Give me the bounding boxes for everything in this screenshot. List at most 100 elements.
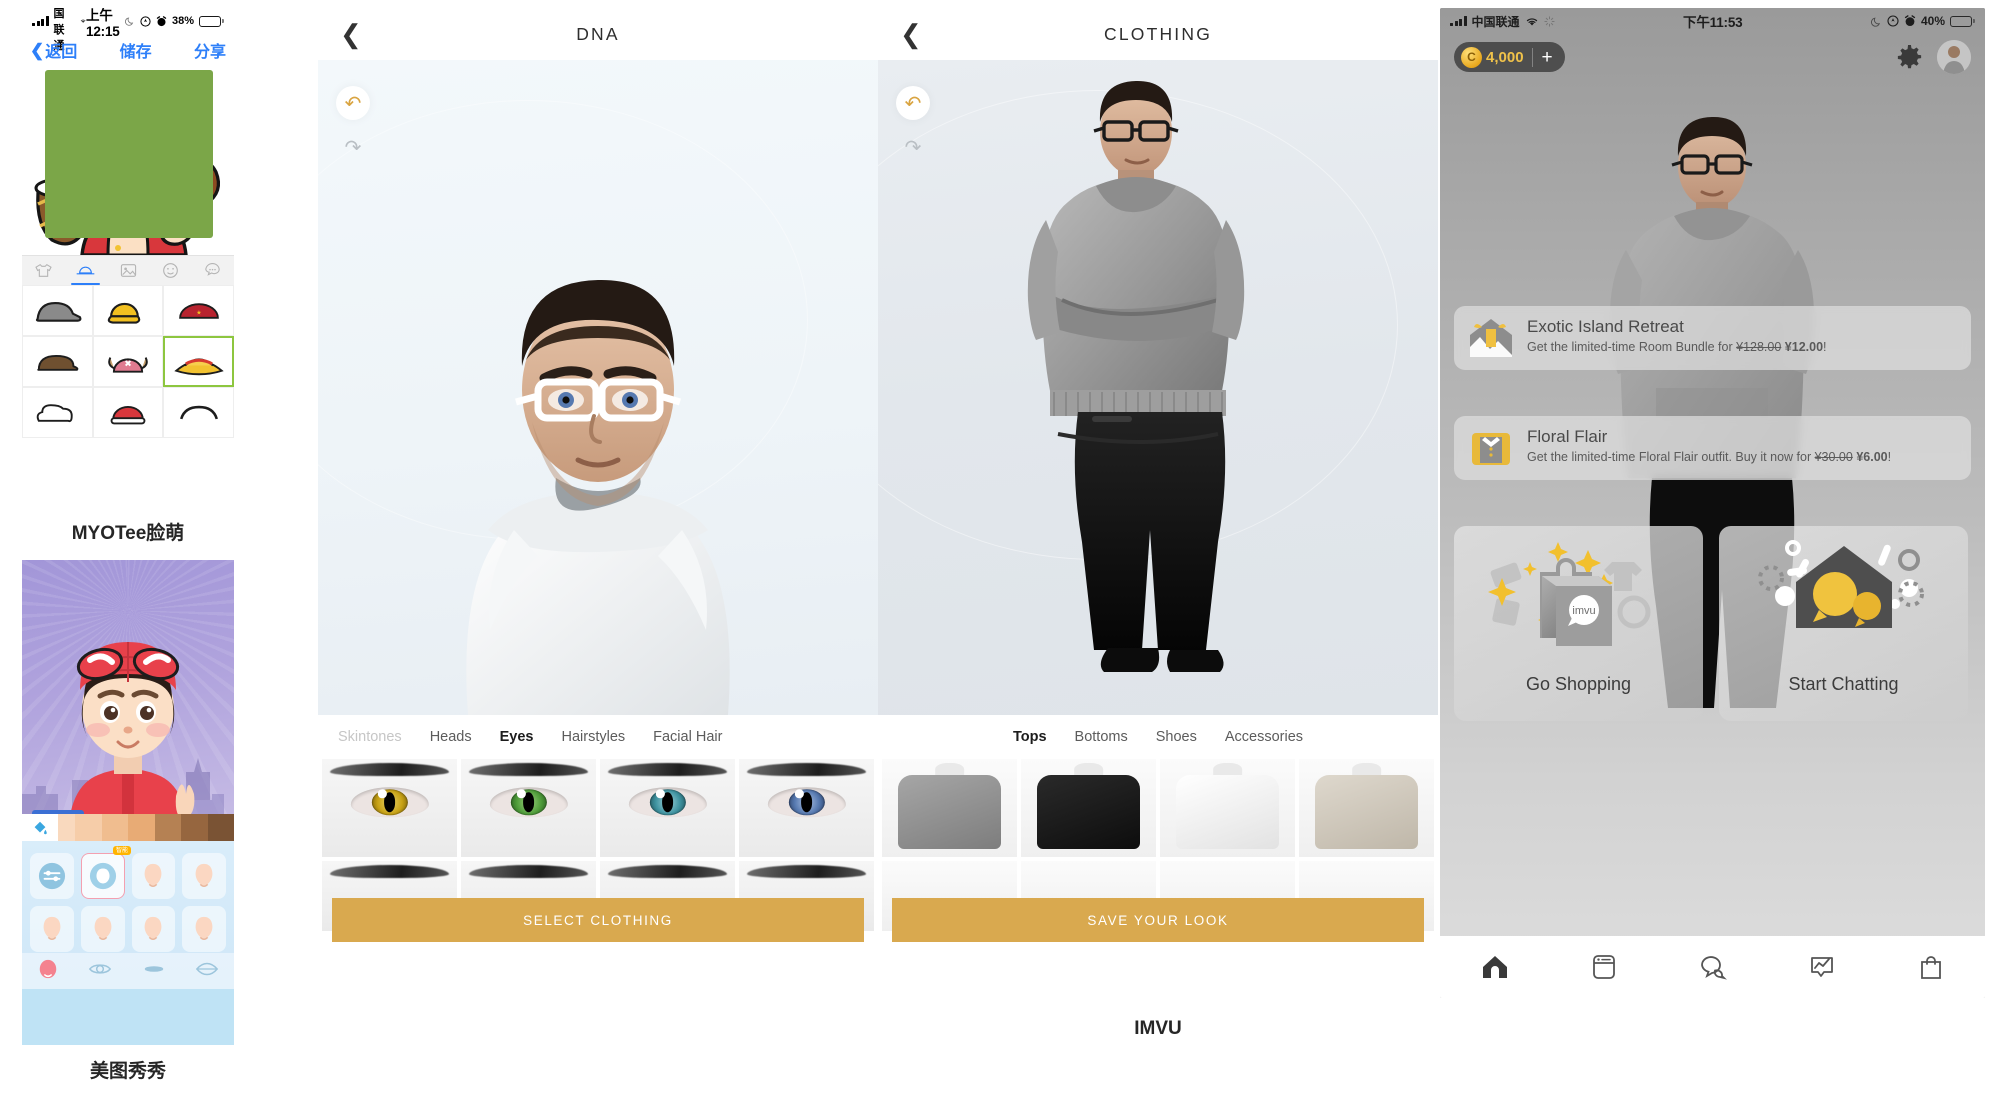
tab-text[interactable] <box>192 256 234 285</box>
tab-accessories[interactable]: Accessories <box>1211 729 1317 745</box>
tab-clothes[interactable] <box>22 256 64 285</box>
tile-start-chatting[interactable]: Start Chatting <box>1719 526 1968 721</box>
promo-card-exotic-island-retreat[interactable]: Exotic Island Retreat Get the limited-ti… <box>1454 306 1971 370</box>
tab-chat[interactable] <box>1698 952 1728 982</box>
clock-label: 下午11:53 <box>1683 15 1743 30</box>
share-button[interactable]: 分享 <box>194 38 226 62</box>
grid-item-white-fluffy-hat[interactable] <box>22 387 93 438</box>
grid-item-face-shape-5[interactable] <box>80 906 125 952</box>
meitu-editor-panel: 智能 <box>22 841 234 989</box>
coin-icon: C <box>1461 46 1482 68</box>
tab-home[interactable] <box>1480 952 1510 982</box>
swatch-7[interactable] <box>207 814 234 841</box>
paint-bucket-icon <box>34 821 47 834</box>
top-option-beige-cardigan[interactable] <box>1299 759 1434 857</box>
clothing-avatar-render <box>1027 80 1245 672</box>
shirt-icon <box>34 263 52 277</box>
tab-face[interactable] <box>149 256 191 285</box>
grid-item-face-shape-7[interactable] <box>182 906 226 952</box>
swatch-2[interactable] <box>75 814 102 841</box>
tab-facial-hair[interactable]: Facial Hair <box>639 729 736 745</box>
tab-feed[interactable] <box>1589 952 1619 982</box>
grid-item-face-shape-6[interactable] <box>131 906 176 952</box>
grid-item-face-shape-2[interactable] <box>131 853 176 899</box>
grid-item-sliders[interactable] <box>30 853 74 899</box>
myotee-avatar-preview <box>22 70 234 255</box>
top-option-black-jacket[interactable] <box>1021 759 1156 857</box>
eye-option-teal[interactable] <box>600 759 735 857</box>
grid-item-straw-hat[interactable] <box>163 336 234 387</box>
gear-icon[interactable] <box>1896 44 1923 71</box>
add-credits-button[interactable]: + <box>1531 47 1562 67</box>
yellow-ball-cap-icon <box>107 302 141 324</box>
dna-header: ❮ DNA <box>318 8 878 60</box>
grid-item-black-headband[interactable] <box>163 387 234 438</box>
straw-hat-icon <box>173 357 224 375</box>
bottom-tab-eyes[interactable] <box>88 960 112 983</box>
avatar[interactable] <box>1937 40 1971 74</box>
moon-icon <box>125 17 134 26</box>
tab-heads[interactable]: Heads <box>416 729 486 745</box>
back-button[interactable]: ❮ <box>340 21 362 47</box>
promo-suffix: ! <box>1887 450 1892 464</box>
grid-item-brown-newsboy-cap[interactable] <box>22 336 93 387</box>
grid-item-red-white-beanie[interactable] <box>92 387 164 438</box>
paint-bucket-button[interactable] <box>22 814 58 841</box>
chat-icon <box>1700 956 1727 980</box>
black-headband-icon <box>179 405 218 419</box>
tile-go-shopping[interactable]: imvu Go Shopping <box>1454 526 1703 721</box>
tile-label: Start Chatting <box>1788 674 1899 694</box>
tab-shop[interactable] <box>1916 952 1946 982</box>
svg-text:imvu: imvu <box>1572 605 1595 617</box>
save-button[interactable]: 储存 <box>120 38 152 62</box>
tab-hats[interactable] <box>64 256 106 285</box>
home-tab-bar <box>1440 936 1985 998</box>
myotee-tab-strip <box>22 255 234 285</box>
eye-option-green[interactable] <box>461 759 596 857</box>
grid-item-face-shape-4[interactable] <box>30 906 74 952</box>
bottom-tab-face[interactable] <box>37 958 59 985</box>
meitu-item-grid: 智能 <box>30 846 226 952</box>
clothing-avatar-stage: ↶ ↷ <box>878 60 1438 715</box>
eye-option-blue[interactable] <box>739 759 874 857</box>
tab-tops[interactable]: Tops <box>999 729 1061 745</box>
wifi-icon <box>1526 17 1537 25</box>
alarm-icon <box>1904 15 1916 26</box>
clothing-header: ❮ CLOTHING <box>878 8 1438 60</box>
tab-skintones[interactable]: Skintones <box>324 729 416 745</box>
tab-eyes[interactable]: Eyes <box>486 729 548 745</box>
tops-option-row-1 <box>878 759 1438 857</box>
grid-item-pink-reindeer-hat[interactable]: ✖ <box>92 336 164 387</box>
grid-item-face-shape-smart[interactable]: 智能 <box>80 846 131 899</box>
tab-hairstyles[interactable]: Hairstyles <box>547 729 639 745</box>
swatch-3[interactable] <box>101 814 128 841</box>
signal-icon <box>32 16 49 26</box>
swatch-6[interactable] <box>181 814 208 841</box>
tile-label: Go Shopping <box>1525 674 1632 694</box>
home-icon <box>1482 956 1507 978</box>
promo-card-floral-flair[interactable]: Floral Flair Get the limited-time Floral… <box>1454 416 1971 480</box>
swatch-5[interactable] <box>154 814 181 841</box>
select-clothing-button[interactable]: SELECT CLOTHING <box>332 898 864 942</box>
tab-trending[interactable] <box>1807 952 1837 982</box>
credits-chip[interactable]: C 4,000 + <box>1454 42 1565 72</box>
signal-icon <box>1450 16 1467 26</box>
grid-item-yellow-ball-cap[interactable] <box>92 285 164 336</box>
top-option-grey-hoodie[interactable] <box>882 759 1017 857</box>
eye-option-gold[interactable] <box>322 759 457 857</box>
swatch-4[interactable] <box>128 814 155 841</box>
bottom-tab-nose[interactable] <box>142 962 166 980</box>
face-shape-icon <box>195 916 213 941</box>
top-option-white-shirt[interactable] <box>1160 759 1295 857</box>
back-button[interactable]: ❮ <box>900 21 922 47</box>
tab-bottoms[interactable]: Bottoms <box>1061 729 1142 745</box>
grid-item-grey-flat-cap[interactable] <box>22 285 93 336</box>
save-your-look-button[interactable]: SAVE YOUR LOOK <box>892 898 1424 942</box>
bottom-tab-mouth[interactable] <box>195 961 219 982</box>
back-button[interactable]: ❮ 返回 <box>30 38 77 62</box>
face-icon <box>39 959 56 978</box>
tab-background[interactable] <box>107 256 149 285</box>
grid-item-face-shape-3[interactable] <box>182 853 226 899</box>
grid-item-red-cap[interactable]: ★ <box>163 285 234 336</box>
tab-shoes[interactable]: Shoes <box>1142 729 1211 745</box>
